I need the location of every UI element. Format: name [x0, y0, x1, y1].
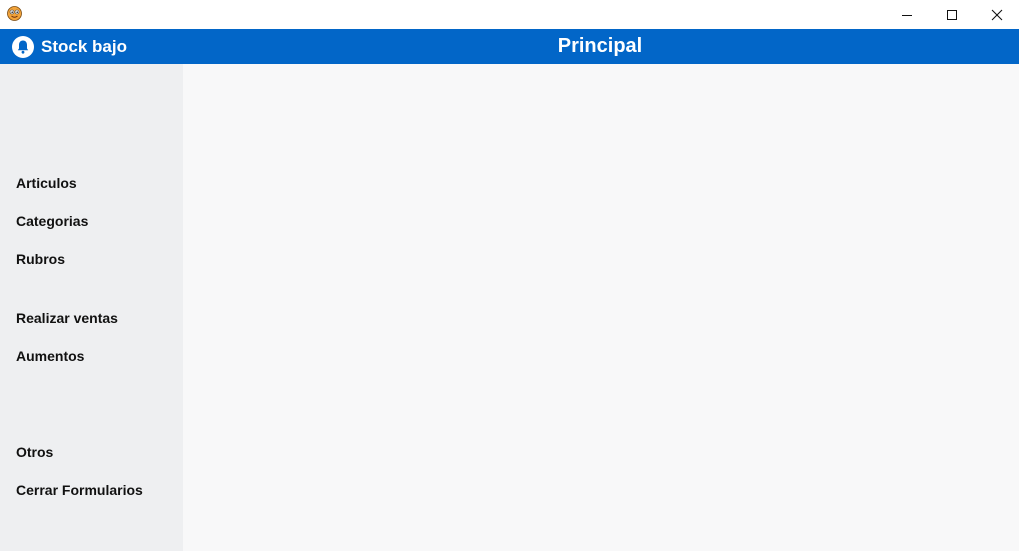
sidebar-item-aumentos[interactable]: Aumentos: [16, 348, 84, 364]
maximize-icon: [947, 9, 957, 20]
app-header: Stock bajo Principal: [0, 29, 1019, 64]
sidebar: Articulos Categorias Rubros Realizar ven…: [0, 64, 183, 551]
minimize-button[interactable]: [884, 0, 930, 29]
bell-icon: [12, 36, 34, 58]
sidebar-item-realizar-ventas[interactable]: Realizar ventas: [16, 310, 118, 326]
app-logo-icon: [7, 6, 22, 21]
close-icon: [991, 9, 1003, 20]
window-titlebar: [0, 0, 1019, 29]
sidebar-item-cerrar-formularios[interactable]: Cerrar Formularios: [16, 482, 143, 498]
close-button[interactable]: [974, 0, 1019, 29]
low-stock-label: Stock bajo: [41, 37, 127, 56]
main-content-area: [183, 64, 1019, 551]
maximize-button[interactable]: [929, 0, 975, 29]
sidebar-item-categorias[interactable]: Categorias: [16, 213, 88, 229]
sidebar-item-otros[interactable]: Otros: [16, 444, 53, 460]
page-title: Principal: [557, 35, 643, 57]
minimize-icon: [902, 14, 912, 16]
sidebar-item-articulos[interactable]: Articulos: [16, 175, 77, 191]
sidebar-item-rubros[interactable]: Rubros: [16, 251, 65, 267]
low-stock-button[interactable]: Stock bajo: [11, 35, 127, 59]
